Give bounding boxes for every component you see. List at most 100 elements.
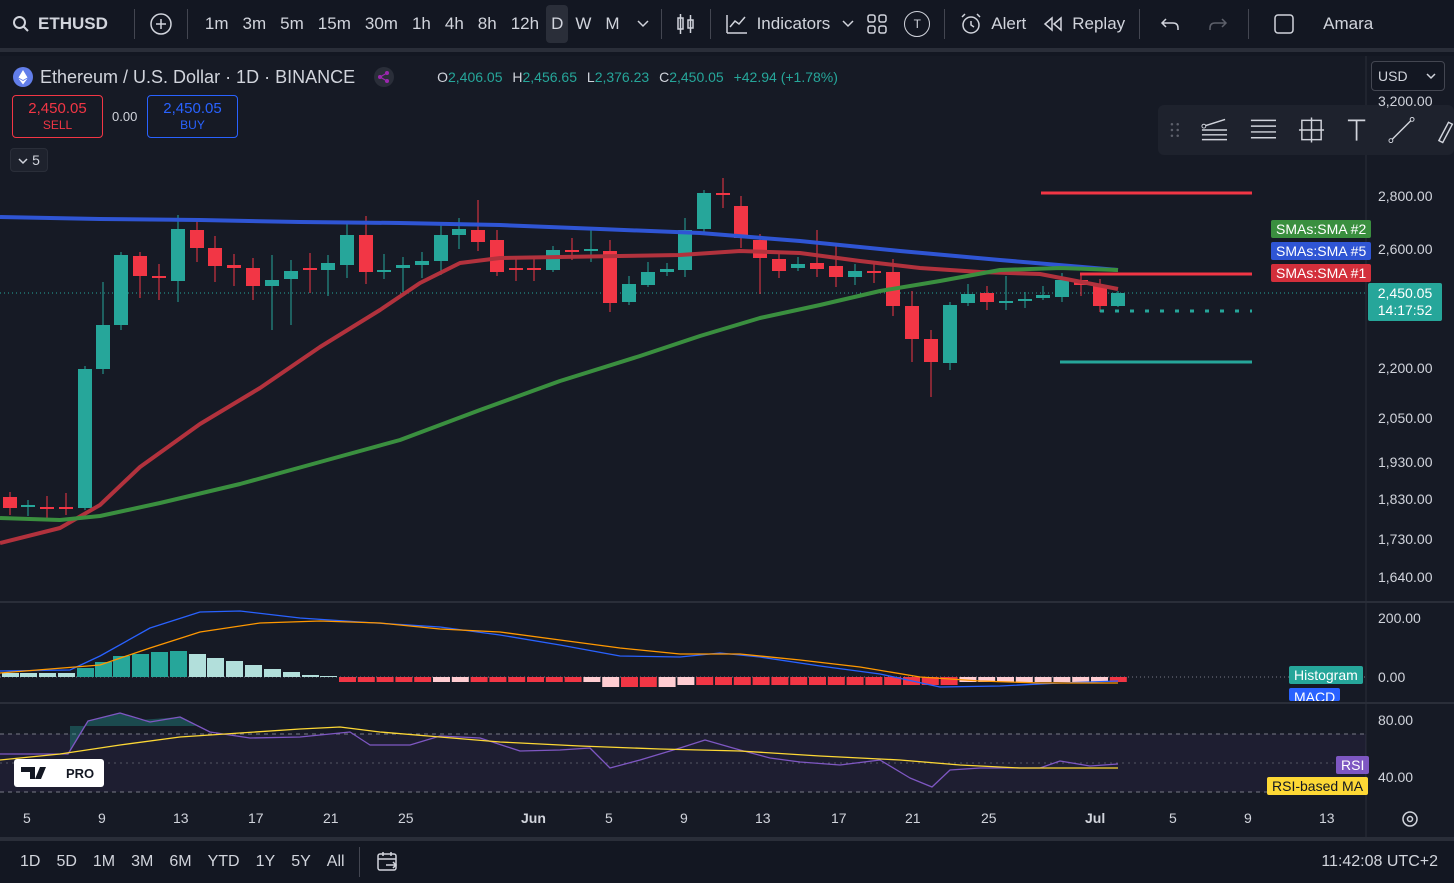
candle-body bbox=[1111, 293, 1125, 306]
collapse-indicators-button[interactable]: 5 bbox=[10, 148, 48, 172]
range-5y[interactable]: 5Y bbox=[283, 853, 319, 871]
timeframe-m[interactable]: M bbox=[598, 14, 626, 34]
templates-button[interactable]: T bbox=[896, 0, 938, 48]
sma5-label: SMAs:SMA #5 bbox=[1271, 242, 1372, 260]
brush-tool-icon[interactable] bbox=[1388, 116, 1415, 144]
histogram-bar bbox=[320, 676, 337, 677]
buy-button[interactable]: 2,450.05 BUY bbox=[147, 95, 238, 138]
timeframe-5m[interactable]: 5m bbox=[273, 14, 311, 34]
low-value: 2,376.23 bbox=[594, 69, 650, 85]
user-menu[interactable]: Amara bbox=[1313, 0, 1373, 48]
histogram-bar bbox=[809, 677, 826, 685]
candle-body bbox=[152, 276, 166, 278]
chart-canvas[interactable] bbox=[0, 56, 1454, 837]
timeframe-d[interactable]: D bbox=[546, 5, 569, 43]
clock[interactable]: 11:42:08 UTC+2 bbox=[1321, 853, 1454, 871]
range-1d[interactable]: 1D bbox=[12, 853, 48, 871]
divider bbox=[709, 9, 711, 39]
text-tool-icon[interactable] bbox=[1345, 116, 1368, 144]
share-icon[interactable] bbox=[371, 66, 397, 88]
candle-body bbox=[1055, 280, 1069, 297]
chevron-down-icon bbox=[842, 20, 854, 28]
candle-body bbox=[396, 265, 410, 268]
timeframe-30m[interactable]: 30m bbox=[358, 14, 405, 34]
histogram-bar bbox=[1053, 677, 1071, 682]
timeframe-4h[interactable]: 4h bbox=[438, 14, 471, 34]
sma1-label: SMAs:SMA #1 bbox=[1271, 264, 1372, 282]
range-ytd[interactable]: YTD bbox=[200, 853, 248, 871]
range-5d[interactable]: 5D bbox=[48, 853, 84, 871]
histogram-bar bbox=[639, 677, 657, 687]
redo-button[interactable] bbox=[1194, 0, 1242, 48]
indicators-label: Indicators bbox=[756, 14, 831, 33]
fib-retracement-icon[interactable] bbox=[1249, 116, 1278, 144]
candle-body bbox=[1036, 295, 1050, 298]
search-icon bbox=[13, 16, 29, 32]
candle-body bbox=[641, 272, 655, 285]
timeframe-w[interactable]: W bbox=[568, 14, 598, 34]
histogram-bar bbox=[226, 661, 243, 677]
timeframe-3m[interactable]: 3m bbox=[236, 14, 274, 34]
candle-body bbox=[584, 249, 598, 251]
trend-lines-icon[interactable] bbox=[1200, 116, 1229, 144]
indicators-button[interactable]: Indicators bbox=[717, 0, 839, 48]
range-1m[interactable]: 1M bbox=[85, 853, 123, 871]
time-tick: 5 bbox=[1169, 810, 1177, 826]
candle-body bbox=[622, 284, 636, 302]
candle-body bbox=[961, 294, 975, 303]
indicators-dropdown[interactable] bbox=[838, 0, 858, 48]
price-tick: 3,200.00 bbox=[1378, 93, 1433, 109]
timeframe-1m[interactable]: 1m bbox=[198, 14, 236, 34]
chart-type-button[interactable] bbox=[668, 0, 704, 48]
histogram-bar bbox=[245, 665, 262, 677]
sell-button[interactable]: 2,450.05 SELL bbox=[12, 95, 103, 138]
candle-body bbox=[227, 265, 241, 268]
range-6m[interactable]: 6M bbox=[161, 853, 199, 871]
high-value: 2,456.65 bbox=[522, 69, 578, 85]
undo-button[interactable] bbox=[1146, 0, 1194, 48]
layout-button[interactable] bbox=[858, 0, 896, 48]
range-1y[interactable]: 1Y bbox=[248, 853, 284, 871]
tradingview-logo[interactable]: PRO bbox=[14, 759, 104, 787]
time-tick: 13 bbox=[755, 810, 771, 826]
timeframe-8h[interactable]: 8h bbox=[471, 14, 504, 34]
candle-body bbox=[509, 268, 523, 270]
rsi-ma-label: RSI-based MA bbox=[1267, 777, 1369, 795]
currency-select[interactable]: USD bbox=[1371, 61, 1445, 91]
divider bbox=[186, 9, 188, 39]
macd-label: MACD bbox=[1289, 688, 1341, 701]
fullscreen-button[interactable] bbox=[1255, 0, 1313, 48]
collapse-count: 5 bbox=[32, 152, 40, 168]
time-tick: 13 bbox=[173, 810, 189, 826]
candle-body bbox=[829, 266, 843, 277]
replay-button[interactable]: Replay bbox=[1034, 0, 1133, 48]
candle-body bbox=[924, 339, 938, 362]
timeframe-dropdown[interactable] bbox=[631, 0, 655, 48]
timeframe-12h[interactable]: 12h bbox=[504, 14, 546, 34]
candle-body bbox=[114, 255, 128, 325]
candle-body bbox=[452, 229, 466, 235]
legend-title[interactable]: Ethereum / U.S. Dollar · 1D · BINANCE bbox=[40, 67, 355, 88]
range-3m[interactable]: 3M bbox=[123, 853, 161, 871]
divider bbox=[358, 847, 360, 877]
divider bbox=[133, 9, 135, 39]
histogram-bar bbox=[207, 658, 224, 677]
timeframe-15m[interactable]: 15m bbox=[311, 14, 358, 34]
chart-area[interactable] bbox=[0, 56, 1454, 837]
time-tick: 9 bbox=[98, 810, 106, 826]
histogram-bar bbox=[489, 677, 507, 682]
price-tick: 2,800.00 bbox=[1378, 188, 1433, 204]
candle-body bbox=[321, 263, 335, 270]
symbol-search[interactable]: ETHUSD bbox=[0, 0, 116, 48]
range-all[interactable]: All bbox=[319, 853, 353, 871]
alert-button[interactable]: Alert bbox=[951, 0, 1034, 48]
pen-tool-icon[interactable] bbox=[1435, 116, 1454, 144]
calendar-goto-icon[interactable] bbox=[376, 851, 400, 873]
drag-handle-icon[interactable] bbox=[1170, 121, 1180, 139]
candle-body bbox=[246, 268, 260, 286]
measure-icon[interactable] bbox=[1298, 116, 1325, 144]
settings-icon[interactable] bbox=[1400, 809, 1420, 829]
candle-body bbox=[78, 369, 92, 508]
compare-button[interactable] bbox=[141, 0, 181, 48]
timeframe-1h[interactable]: 1h bbox=[405, 14, 438, 34]
